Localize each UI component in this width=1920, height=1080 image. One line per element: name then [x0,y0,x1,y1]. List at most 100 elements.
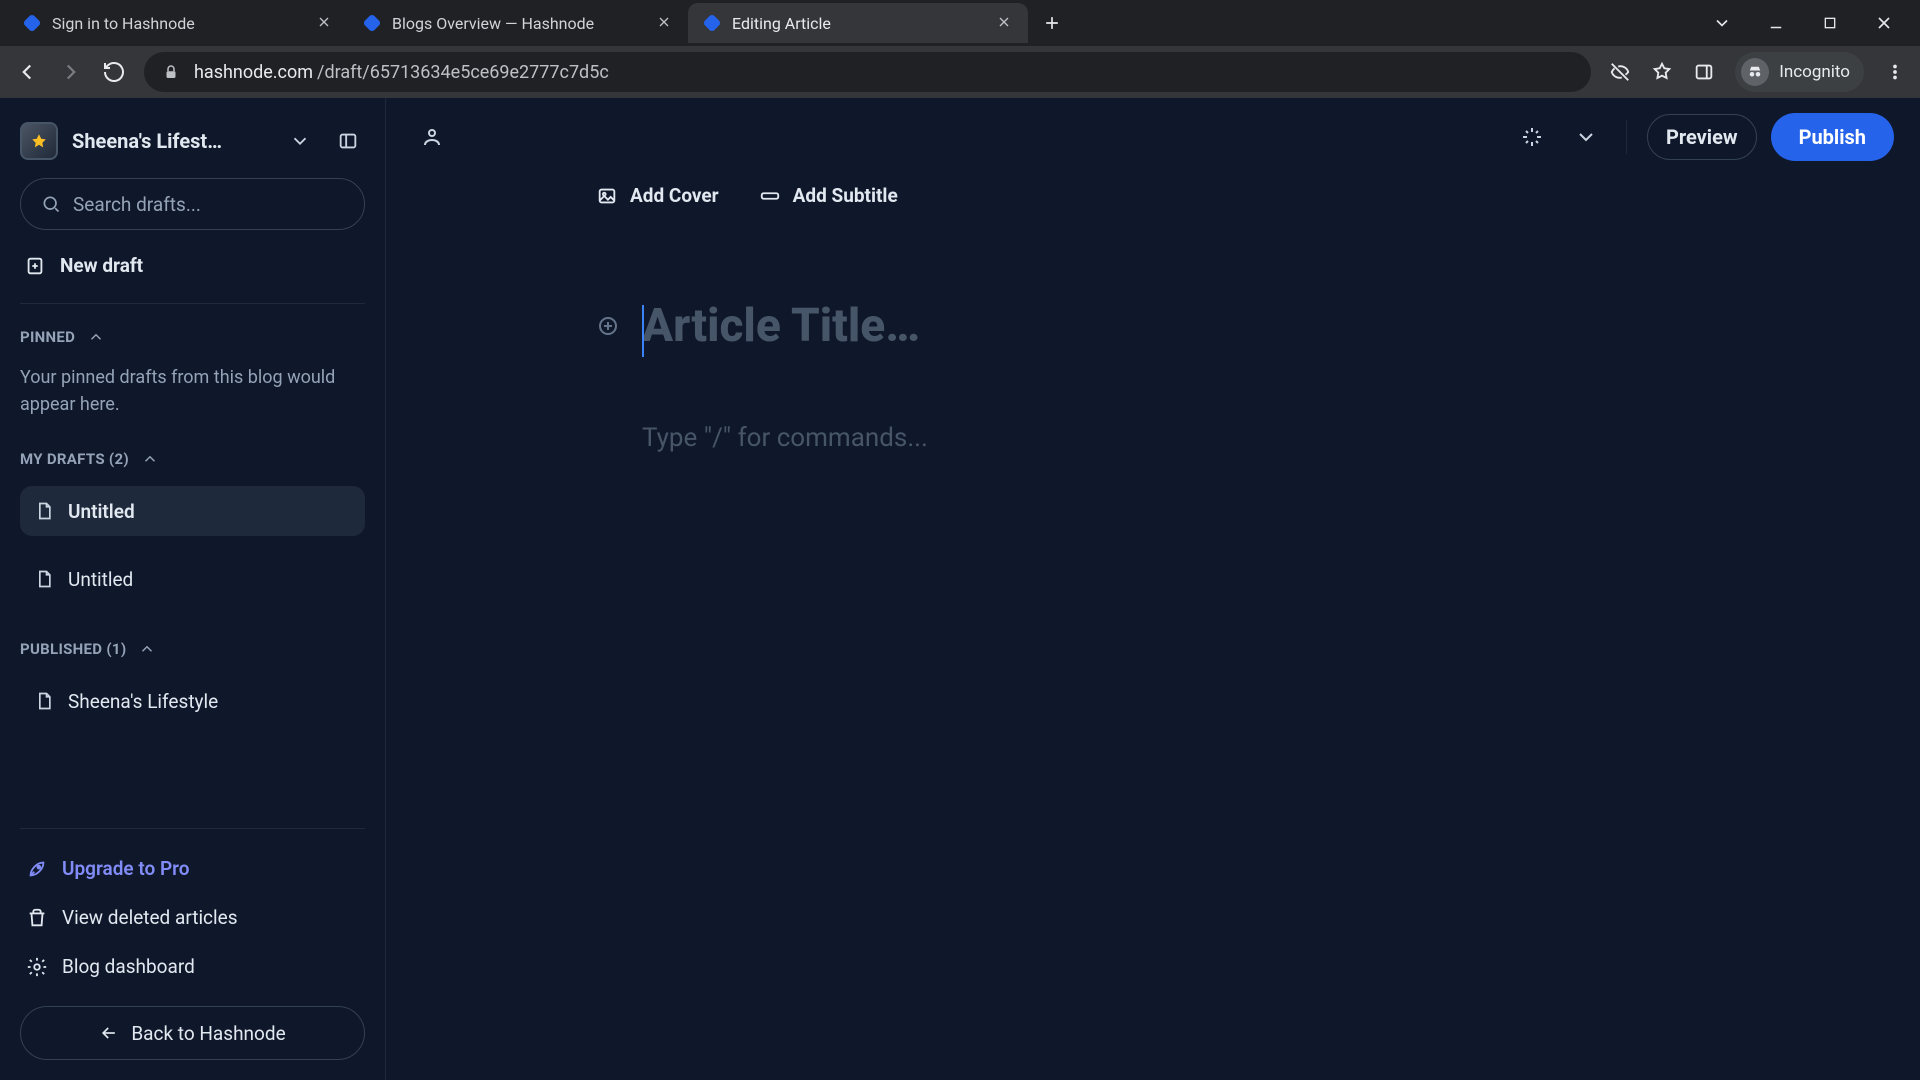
divider [1626,120,1627,154]
plus-doc-icon [24,255,46,277]
sidebar: Sheena's Lifest… Search drafts... New dr… [0,98,386,1080]
maximize-button[interactable] [1818,11,1842,35]
sidebar-collapse-icon[interactable] [331,124,365,158]
draft-title: Untitled [68,568,133,591]
incognito-icon [1741,58,1769,86]
published-title: Sheena's Lifestyle [68,690,218,713]
article-body-input[interactable]: Type "/" for commands... [642,423,1920,453]
incognito-label: Incognito [1779,62,1850,82]
insert-block-icon[interactable] [596,314,620,338]
divider [20,303,365,304]
new-draft-label: New draft [60,254,143,277]
blog-switcher[interactable]: Sheena's Lifest… [20,122,365,160]
blog-avatar [20,122,58,160]
browser-chrome: Sign in to Hashnode Blogs Overview — Has… [0,0,1920,98]
view-deleted-link[interactable]: View deleted articles [20,902,365,933]
new-draft-button[interactable]: New draft [20,248,365,283]
addr-right-icons: Incognito [1609,52,1906,92]
image-icon [596,185,618,207]
trash-icon [26,907,48,929]
document-icon [34,501,54,521]
window-controls [1710,11,1912,35]
tab-label: Editing Article [732,14,986,33]
dashboard-label: Blog dashboard [62,955,195,978]
title-row: Article Title… [596,299,1920,353]
tabs-row: Sign in to Hashnode Blogs Overview — Has… [0,0,1920,46]
back-to-hashnode-button[interactable]: Back to Hashnode [20,1006,365,1060]
back-button[interactable] [14,59,40,85]
close-icon[interactable] [996,14,1014,32]
collaborators-icon[interactable] [412,117,452,157]
back-label: Back to Hashnode [131,1022,285,1045]
new-tab-button[interactable] [1038,9,1066,37]
draft-item[interactable]: Untitled [20,554,365,604]
url-path: /draft/65713634e5ce69e2777c7d5c [317,62,609,83]
bookmark-star-icon[interactable] [1651,61,1673,83]
kebab-menu-icon[interactable] [1884,61,1906,83]
upgrade-to-pro-link[interactable]: Upgrade to Pro [20,853,365,884]
drafts-section-header[interactable]: MY DRAFTS (2) [20,450,365,468]
eye-off-icon[interactable] [1609,61,1631,83]
draft-title: Untitled [68,500,135,523]
incognito-badge[interactable]: Incognito [1735,52,1864,92]
search-input[interactable]: Search drafts... [20,178,365,230]
editor-body: Add Cover Add Subtitle Article Title… Ty… [386,176,1920,1080]
search-icon [41,194,61,214]
section-label: MY DRAFTS (2) [20,450,129,468]
close-window-button[interactable] [1872,11,1896,35]
article-title-input[interactable]: Article Title… [642,299,920,353]
panel-icon[interactable] [1693,61,1715,83]
title-placeholder: Article Title… [642,299,920,353]
pinned-empty-text: Your pinned drafts from this blog would … [20,364,365,418]
forward-button[interactable] [58,59,84,85]
reload-button[interactable] [102,60,126,84]
sidebar-bottom: Upgrade to Pro View deleted articles Blo… [20,826,365,1060]
add-subtitle-label: Add Subtitle [793,184,898,207]
chevron-up-icon [138,640,156,658]
close-icon[interactable] [656,14,674,32]
app: Sheena's Lifest… Search drafts... New dr… [0,98,1920,1080]
chevron-down-icon[interactable] [1566,117,1606,157]
hashnode-favicon-icon [362,13,382,33]
text-cursor [642,305,644,357]
published-item[interactable]: Sheena's Lifestyle [20,676,365,726]
tab-blogs-overview[interactable]: Blogs Overview — Hashnode [348,3,688,43]
address-bar[interactable]: hashnode.com/draft/65713634e5ce69e2777c7… [144,52,1591,92]
tab-search-button[interactable] [1710,11,1734,35]
blog-name: Sheena's Lifest… [72,129,269,153]
published-section-header[interactable]: PUBLISHED (1) [20,640,365,658]
url-host: hashnode.com [194,62,313,83]
chevron-up-icon [87,328,105,346]
section-label: PINNED [20,328,75,346]
ai-sparkle-icon[interactable] [1512,117,1552,157]
gear-icon [26,956,48,978]
tab-editing-article[interactable]: Editing Article [688,3,1028,43]
add-cover-button[interactable]: Add Cover [596,184,719,207]
close-icon[interactable] [316,14,334,32]
divider [20,828,365,829]
document-icon [34,691,54,711]
lock-icon [162,63,180,81]
meta-row: Add Cover Add Subtitle [596,184,1920,207]
minimize-button[interactable] [1764,11,1788,35]
publish-button[interactable]: Publish [1771,113,1894,161]
tab-label: Sign in to Hashnode [52,14,306,33]
editor-topbar: Preview Publish [386,98,1920,176]
chevron-down-icon[interactable] [283,124,317,158]
deleted-label: View deleted articles [62,906,238,929]
editor-main: Preview Publish Add Cover Add Subtitle [386,98,1920,1080]
add-cover-label: Add Cover [630,184,719,207]
document-icon [34,569,54,589]
hashnode-favicon-icon [702,13,722,33]
chevron-up-icon [141,450,159,468]
blog-dashboard-link[interactable]: Blog dashboard [20,951,365,982]
search-placeholder: Search drafts... [73,193,201,216]
upgrade-label: Upgrade to Pro [62,857,189,880]
pinned-section-header[interactable]: PINNED [20,328,365,346]
subtitle-icon [759,185,781,207]
preview-button[interactable]: Preview [1647,114,1757,160]
tab-signin[interactable]: Sign in to Hashnode [8,3,348,43]
arrow-left-icon [99,1023,119,1043]
add-subtitle-button[interactable]: Add Subtitle [759,184,898,207]
draft-item[interactable]: Untitled [20,486,365,536]
